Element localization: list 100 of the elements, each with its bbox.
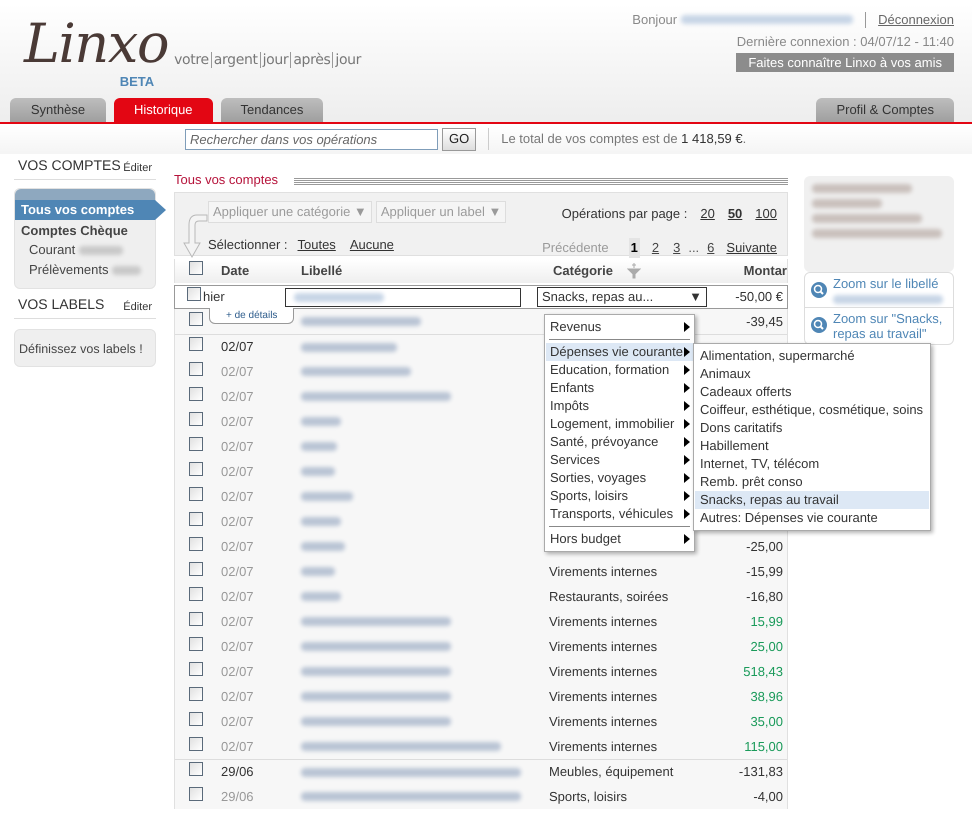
tagline-word: après [290,52,332,68]
tagline-word: votre [173,52,210,68]
amount-cell-text: -15,99 [745,562,784,581]
details-tab[interactable]: + de détails [209,308,294,324]
tagline-word: jour [260,52,290,68]
submenu-item[interactable]: Dons caritatifs [695,419,929,437]
category-cell-text: Virements internes [549,562,658,581]
date-cell-text: 02/07 [221,638,255,656]
amount-cell-text: 518,43 [742,662,784,681]
submenu-item[interactable]: Autres: Dépenses vie courante [695,509,929,527]
menu-item[interactable]: Services [546,451,693,469]
redacted-text [812,199,882,208]
submenu-item[interactable]: Animaux [695,365,929,383]
checkbox[interactable] [189,686,203,701]
account-item[interactable]: Comptes Chèque [15,220,155,240]
account-item[interactable]: Courant [29,240,76,260]
checkbox[interactable] [189,362,203,376]
label-field[interactable] [285,288,521,306]
tab[interactable]: Synthèse [10,98,106,122]
tab[interactable]: Historique [114,98,213,122]
checkbox[interactable] [189,712,203,726]
zoom-link[interactable]: Zoom sur le libellé [833,276,943,291]
checkbox[interactable] [189,436,203,451]
checkbox[interactable] [189,337,203,352]
edit-link[interactable]: Éditer [123,160,152,176]
section-title: Tous vos comptes [174,170,278,189]
amount-cell-text: -39,45 [745,312,784,331]
checkbox[interactable] [189,612,203,626]
logout-link[interactable]: Déconnexion [878,10,954,30]
menu-item[interactable]: Hors budget [546,530,693,548]
checkbox[interactable] [189,786,203,801]
submenu-item[interactable]: Coiffeur, esthétique, cosmétique, soins [695,401,929,419]
category-cell-text: Sports, loisirs [549,788,628,806]
checkbox[interactable] [189,562,203,576]
checkbox[interactable] [189,736,203,751]
submenu-item[interactable]: Internet, TV, télécom [695,455,929,473]
checkbox[interactable] [189,462,203,476]
checkbox[interactable] [189,586,203,601]
menu-item[interactable]: Education, formation [546,361,693,379]
redacted-text [301,492,353,501]
menu-item[interactable]: Impôts [546,397,693,415]
menu-item[interactable]: Enfants [546,379,693,397]
redacted-text [301,467,335,476]
submenu-item[interactable]: Snacks, repas au travail [695,491,929,509]
checkbox[interactable] [187,287,201,302]
date-cell-text: 02/07 [221,512,255,531]
checkbox[interactable] [189,412,203,426]
next-link[interactable]: Suivante [726,238,777,258]
zoom-link[interactable]: Zoom sur "Snacks, repas au travail" [833,311,947,341]
select-all-link[interactable]: Toutes [298,235,336,254]
checkbox[interactable] [189,636,203,651]
redacted-text [301,542,345,551]
menu-item[interactable]: Revenus [546,318,693,336]
date-cell-text: 29/06 [221,788,255,806]
tab[interactable]: Tendances [220,98,324,122]
date-cell-text: 02/07 [221,688,255,706]
checkbox[interactable] [189,512,203,526]
checkbox[interactable] [189,536,203,551]
menu-item[interactable]: Santé, prévoyance [546,433,693,451]
menu-item[interactable]: Transports, véhicules [546,505,693,523]
page-link[interactable]: 6 [705,238,716,258]
submenu-arrow-icon [684,322,690,332]
per-page-label: Opérations par page : [562,205,688,223]
checkbox[interactable] [189,662,203,676]
logo: Linxo [24,14,168,74]
tab[interactable]: Profil & Comptes [816,98,954,122]
submenu-item[interactable]: Remb. prêt conso [695,473,929,491]
submenu-item[interactable]: Alimentation, supermarché [695,347,929,365]
menu-item[interactable]: Logement, immobilier [546,415,693,433]
category-cell-text: Virements internes [549,738,658,756]
submenu-item[interactable]: Cadeaux offerts [695,383,929,401]
menu-item[interactable]: Sports, loisirs [546,487,693,505]
amount-cell-text: 115,00 [743,738,784,756]
menu-item[interactable]: Dépenses vie courante [546,343,693,361]
per-page-link[interactable]: 100 [755,204,777,224]
edit-link[interactable]: Éditer [123,298,152,315]
redacted-text [301,517,341,526]
search-field[interactable]: Rechercher dans vos opérations [185,128,438,150]
page-link[interactable]: 2 [650,238,662,258]
checkbox[interactable] [189,312,203,326]
account-item[interactable]: Prélèvements [29,260,108,280]
redacted-text [301,442,337,451]
menu-item[interactable]: Sorties, voyages [546,469,693,487]
select-none-link[interactable]: Aucune [350,235,394,254]
category-cell-text: Meubles, équipement [549,763,674,782]
category-dropdown[interactable]: Snacks, repas au... ▼ [537,287,707,307]
amount-cell-text: 35,00 [749,712,784,731]
per-page-link[interactable]: 20 [700,204,715,224]
checkbox[interactable] [189,762,203,776]
labels-prompt: Définissez vos labels ! [14,329,156,367]
per-page-link[interactable]: 50 [728,204,742,224]
checkbox[interactable] [189,486,203,501]
page-link[interactable]: 3 [671,238,682,258]
page-link[interactable]: 1 [628,238,640,258]
go-button[interactable]: GO [442,128,476,150]
amount-cell-text: -4,00 [752,788,784,806]
checkbox[interactable] [189,261,203,276]
submenu-item[interactable]: Habillement [695,437,929,455]
checkbox[interactable] [189,386,203,401]
category-cell-text: Virements internes [549,712,658,731]
